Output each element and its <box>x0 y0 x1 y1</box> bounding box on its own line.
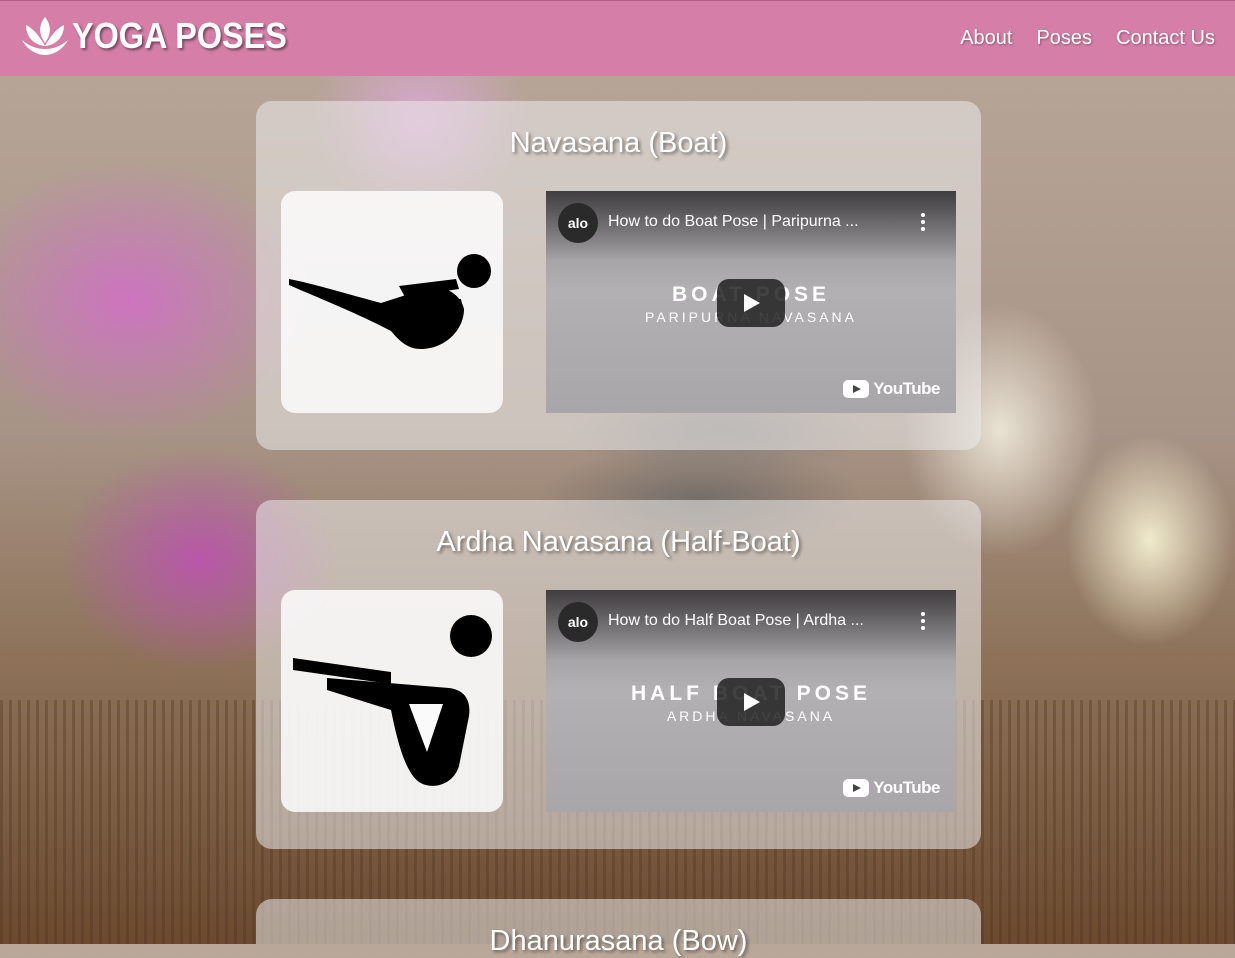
pose-title: Ardha Navasana (Half-Boat) <box>436 526 801 558</box>
pose-figure-tile <box>281 191 503 413</box>
more-options-icon[interactable] <box>920 213 926 233</box>
pose-title: Dhanurasana (Bow) <box>489 925 748 957</box>
lotus-icon <box>22 17 68 55</box>
channel-avatar[interactable]: alo <box>558 602 598 642</box>
more-options-icon[interactable] <box>920 612 926 632</box>
pose-card: Dhanurasana (Bow) <box>256 899 981 957</box>
youtube-wordmark: YouTube <box>873 778 940 797</box>
nav-link-contact-us[interactable]: Contact Us <box>1116 27 1215 50</box>
nav-link-poses[interactable]: Poses <box>1036 27 1092 50</box>
channel-avatar[interactable]: alo <box>558 203 598 243</box>
nav-links: About Poses Contact Us <box>960 27 1215 50</box>
youtube-wordmark: YouTube <box>873 379 940 398</box>
brand-title: YOGA POSES <box>72 15 287 56</box>
pose-card: Navasana (Boat) alo How to do Boat Pose … <box>256 101 981 450</box>
nav-link-about[interactable]: About <box>960 27 1012 50</box>
video-player[interactable]: alo How to do Boat Pose | Paripurna ... … <box>546 191 956 413</box>
navbar: YOGA POSES About Poses Contact Us <box>0 0 1235 76</box>
play-button-icon[interactable] <box>717 678 785 726</box>
youtube-icon <box>843 779 870 797</box>
youtube-icon <box>843 380 870 398</box>
brand[interactable]: YOGA POSES <box>20 13 311 59</box>
youtube-logo[interactable]: YouTube <box>843 778 940 798</box>
boat-pose-figure-icon <box>289 254 491 349</box>
video-player[interactable]: alo How to do Half Boat Pose | Ardha ...… <box>546 590 956 812</box>
video-title[interactable]: How to do Boat Pose | Paripurna ... <box>608 213 898 231</box>
youtube-logo[interactable]: YouTube <box>843 379 940 399</box>
pose-card: Ardha Navasana (Half-Boat) alo How to do… <box>256 500 981 849</box>
pose-title: Navasana (Boat) <box>509 127 728 159</box>
video-title[interactable]: How to do Half Boat Pose | Ardha ... <box>608 612 898 630</box>
half-boat-pose-figure-icon <box>293 615 492 786</box>
play-button-icon[interactable] <box>717 279 785 327</box>
pose-figure-tile <box>281 590 503 812</box>
